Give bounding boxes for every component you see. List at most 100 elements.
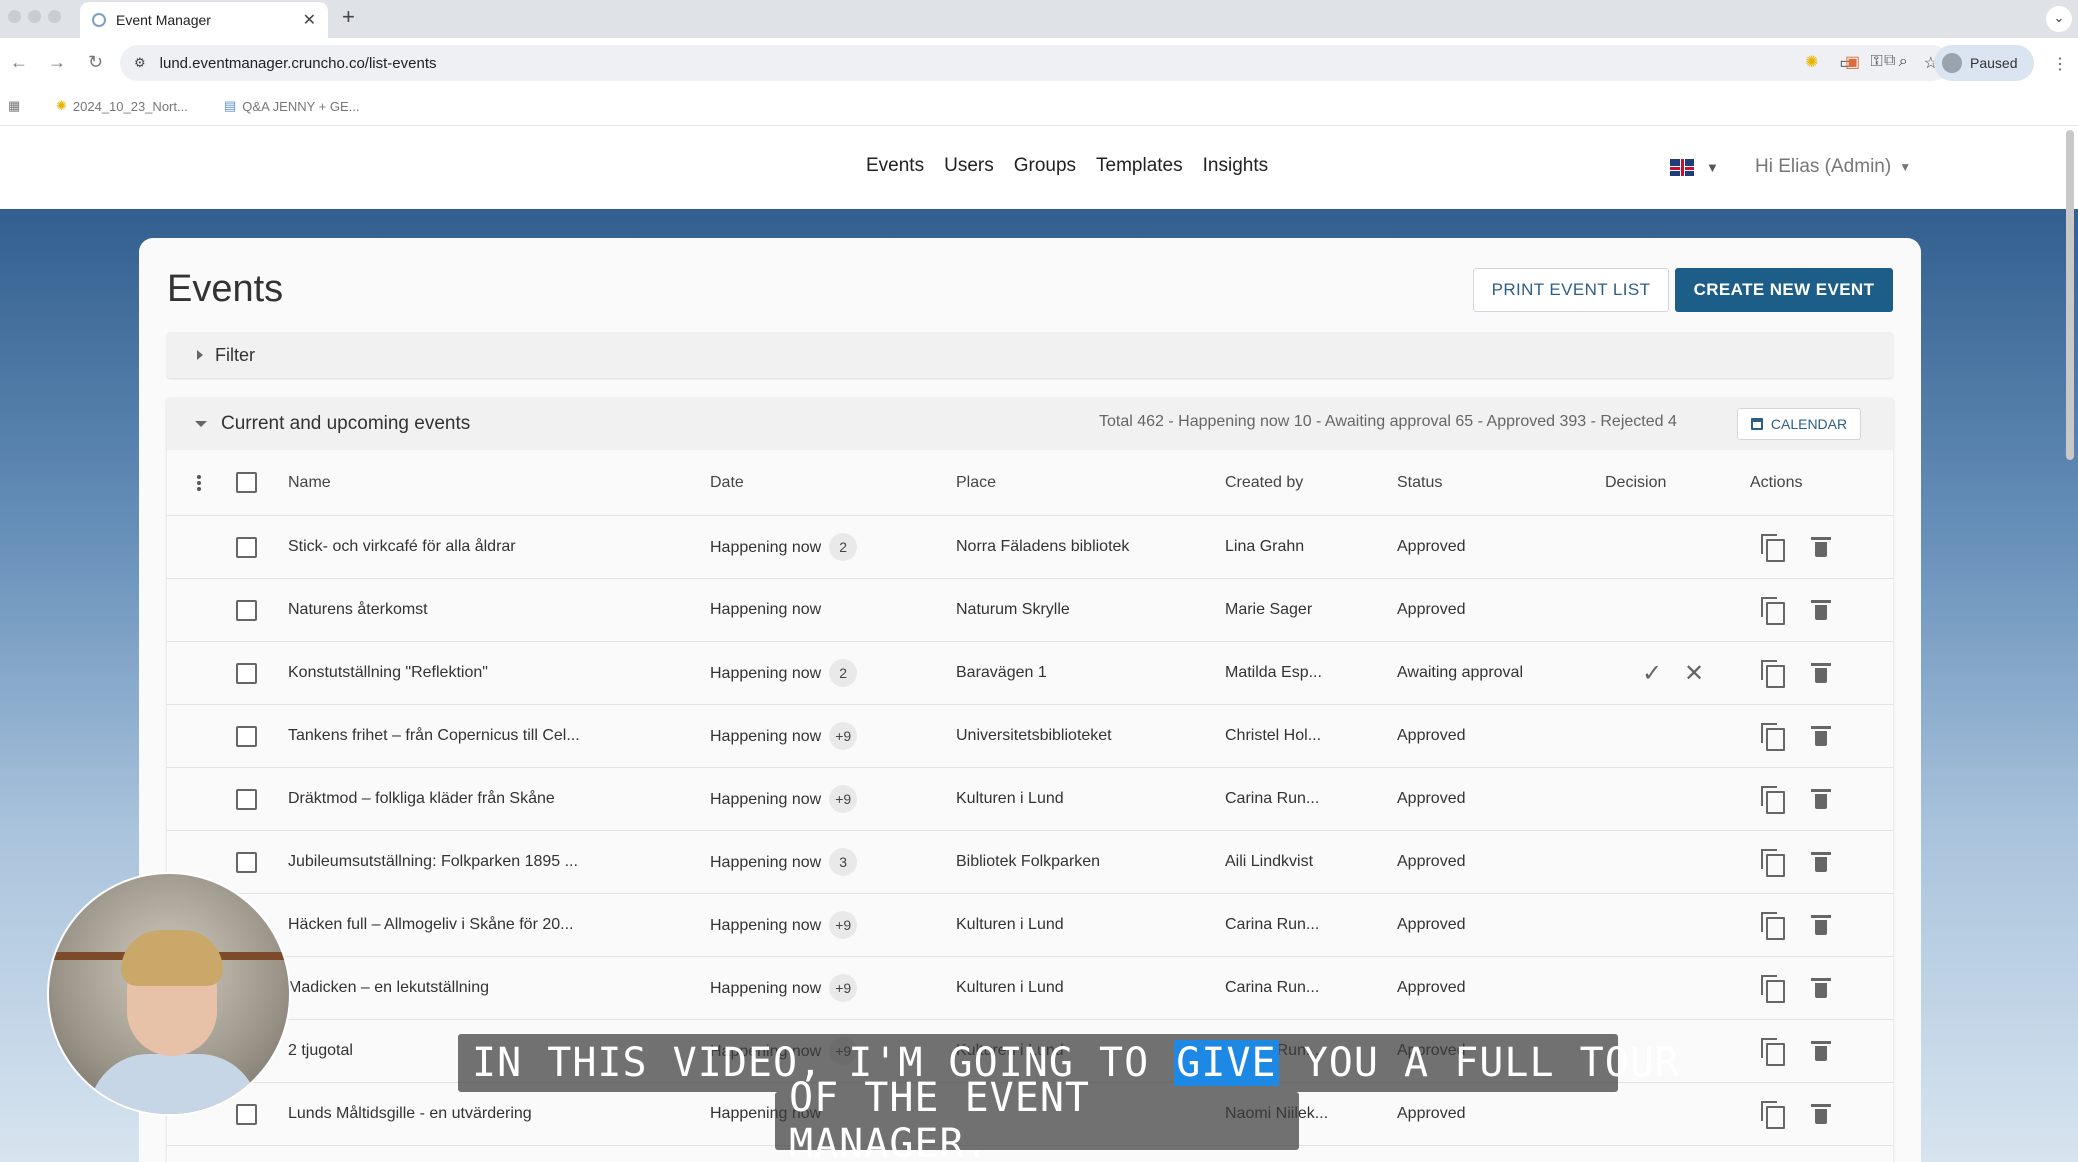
row-checkbox[interactable]: [236, 788, 257, 810]
copy-icon[interactable]: [1761, 975, 1785, 1003]
reject-close-icon[interactable]: ✕: [1684, 659, 1704, 688]
reload-icon[interactable]: ↻: [88, 52, 103, 73]
back-icon[interactable]: ←: [10, 52, 28, 73]
event-name[interactable]: Häcken full – Allmogeliv i Skåne för 20.…: [288, 916, 573, 934]
tab-search-icon[interactable]: ⌄: [2046, 6, 2072, 32]
extensions-puzzle-icon[interactable]: ⧉: [1884, 52, 1895, 70]
event-name[interactable]: 2 tjugotal: [288, 1042, 353, 1060]
address-bar[interactable]: ⚙ lund.eventmanager.cruncho.co/list-even…: [120, 45, 1950, 81]
event-status: Approved: [1397, 853, 1466, 870]
zoom-icon[interactable]: ⌕: [1899, 53, 1908, 73]
url-text: lund.eventmanager.cruncho.co/list-events: [159, 54, 437, 72]
event-status: Approved: [1397, 916, 1466, 933]
trash-icon[interactable]: [1811, 537, 1831, 557]
event-name[interactable]: Tankens frihet – från Copernicus till Ce…: [288, 727, 580, 745]
event-created-by: Aili Lindkvist: [1225, 853, 1314, 870]
trash-icon[interactable]: [1811, 1041, 1831, 1061]
tab-close-icon[interactable]: ✕: [303, 10, 316, 30]
event-name[interactable]: Lunds Måltidsgille - en utvärdering: [288, 1105, 532, 1123]
trash-icon[interactable]: [1811, 852, 1831, 872]
copy-icon[interactable]: [1761, 1038, 1785, 1066]
event-status: Approved: [1397, 601, 1466, 618]
window-maximize-dot[interactable]: [48, 10, 61, 23]
window-minimize-dot[interactable]: [28, 10, 41, 23]
extension-sun-icon[interactable]: ✺: [1805, 52, 1818, 72]
row-checkbox[interactable]: [236, 851, 257, 873]
copy-icon[interactable]: [1761, 786, 1785, 814]
bookmark-item[interactable]: ▤ Q&A JENNY + GE...: [224, 98, 359, 114]
event-name[interactable]: Jubileumsutställning: Folkparken 1895 ..…: [288, 853, 578, 871]
row-checkbox[interactable]: [236, 536, 257, 558]
password-key-icon[interactable]: ⚿: [1871, 53, 1883, 73]
header-date[interactable]: Date: [710, 474, 744, 492]
page-title: Events: [167, 268, 284, 310]
nav-templates[interactable]: Templates: [1096, 155, 1183, 177]
table-row[interactable]: Dräktmod – folkliga kläder från Skåne Hap…: [167, 768, 1893, 831]
table-row[interactable]: Jubileumsutställning: Folkparken 1895 ..…: [167, 831, 1893, 894]
header-created-by[interactable]: Created by: [1225, 474, 1303, 492]
row-checkbox[interactable]: [236, 725, 257, 747]
main-nav: Events Users Groups Templates Insights: [866, 155, 1268, 177]
table-row[interactable]: Stick- och virkcafé för alla åldrar Happe…: [167, 516, 1893, 579]
site-settings-icon[interactable]: ⚙: [134, 55, 146, 71]
trash-icon[interactable]: [1811, 1104, 1831, 1124]
window-close-dot[interactable]: [8, 10, 21, 23]
nav-groups[interactable]: Groups: [1014, 155, 1076, 177]
copy-icon[interactable]: [1761, 849, 1785, 877]
row-checkbox[interactable]: [236, 599, 257, 621]
copy-icon[interactable]: [1761, 597, 1785, 625]
table-row[interactable]: Häcken full – Allmogeliv i Skåne för 20.…: [167, 894, 1893, 957]
apps-grid-icon[interactable]: ▦: [8, 98, 20, 114]
select-all-checkbox[interactable]: [236, 472, 257, 493]
copy-icon[interactable]: [1761, 660, 1785, 688]
table-row[interactable]: Naturens återkomst Happening now Naturum S…: [167, 579, 1893, 642]
create-new-event-button[interactable]: CREATE NEW EVENT: [1675, 268, 1893, 312]
header-place[interactable]: Place: [956, 474, 996, 492]
copy-icon[interactable]: [1761, 912, 1785, 940]
event-status: Approved: [1397, 727, 1466, 744]
trash-icon[interactable]: [1811, 663, 1831, 683]
user-menu[interactable]: Hi Elias (Admin) ▼: [1755, 156, 1911, 178]
event-status: Approved: [1397, 1105, 1466, 1122]
trash-icon[interactable]: [1811, 726, 1831, 746]
profile-button[interactable]: Paused: [1934, 45, 2034, 81]
event-name[interactable]: Dräktmod – folkliga kläder från Skåne: [288, 790, 555, 808]
trash-icon[interactable]: [1811, 978, 1831, 998]
table-row[interactable]: Madicken – en lekutställning Happening no…: [167, 957, 1893, 1020]
event-date-text: Happening now: [710, 665, 822, 682]
copy-icon[interactable]: [1761, 1101, 1785, 1129]
print-event-list-button[interactable]: PRINT EVENT LIST: [1473, 268, 1669, 312]
copy-icon[interactable]: [1761, 723, 1785, 751]
section-header[interactable]: Current and upcoming events Total 462 - …: [167, 398, 1893, 450]
nav-events[interactable]: Events: [866, 155, 924, 177]
new-tab-icon[interactable]: +: [342, 4, 355, 30]
approve-check-icon[interactable]: ✓: [1642, 659, 1662, 688]
header-name[interactable]: Name: [288, 474, 331, 492]
extension-orange-icon[interactable]: ▣: [1845, 52, 1860, 72]
forward-icon[interactable]: →: [48, 52, 66, 73]
language-selector[interactable]: ▼: [1670, 159, 1719, 176]
copy-icon[interactable]: [1761, 534, 1785, 562]
bookmark-item[interactable]: ✺ 2024_10_23_Nort...: [56, 98, 188, 114]
trash-icon[interactable]: [1811, 600, 1831, 620]
browser-menu-icon[interactable]: ⋮: [2052, 54, 2068, 74]
browser-tab[interactable]: Event Manager ✕: [80, 2, 328, 38]
event-name[interactable]: Konstutställning "Reflektion": [288, 664, 488, 682]
chevron-down-icon: ▼: [1899, 160, 1912, 174]
nav-insights[interactable]: Insights: [1203, 155, 1268, 177]
trash-icon[interactable]: [1811, 915, 1831, 935]
event-name[interactable]: Naturens återkomst: [288, 601, 428, 619]
event-name[interactable]: Madicken – en lekutställning: [288, 979, 489, 997]
table-row[interactable]: Konstutställning "Reflektion" Happening n…: [167, 642, 1893, 705]
trash-icon[interactable]: [1811, 789, 1831, 809]
page-scrollbar[interactable]: [2066, 130, 2074, 460]
nav-users[interactable]: Users: [944, 155, 994, 177]
calendar-button[interactable]: CALENDAR: [1737, 408, 1861, 440]
table-row[interactable]: Tankens frihet – från Copernicus till Ce…: [167, 705, 1893, 768]
column-menu-icon[interactable]: [197, 473, 201, 493]
header-status[interactable]: Status: [1397, 474, 1442, 492]
event-name[interactable]: Stick- och virkcafé för alla åldrar: [288, 538, 516, 556]
row-checkbox[interactable]: [236, 662, 257, 684]
browser-toolbar: ← → ↻ ⚙ lund.eventmanager.cruncho.co/lis…: [0, 38, 2078, 88]
filter-panel[interactable]: Filter: [167, 332, 1893, 378]
